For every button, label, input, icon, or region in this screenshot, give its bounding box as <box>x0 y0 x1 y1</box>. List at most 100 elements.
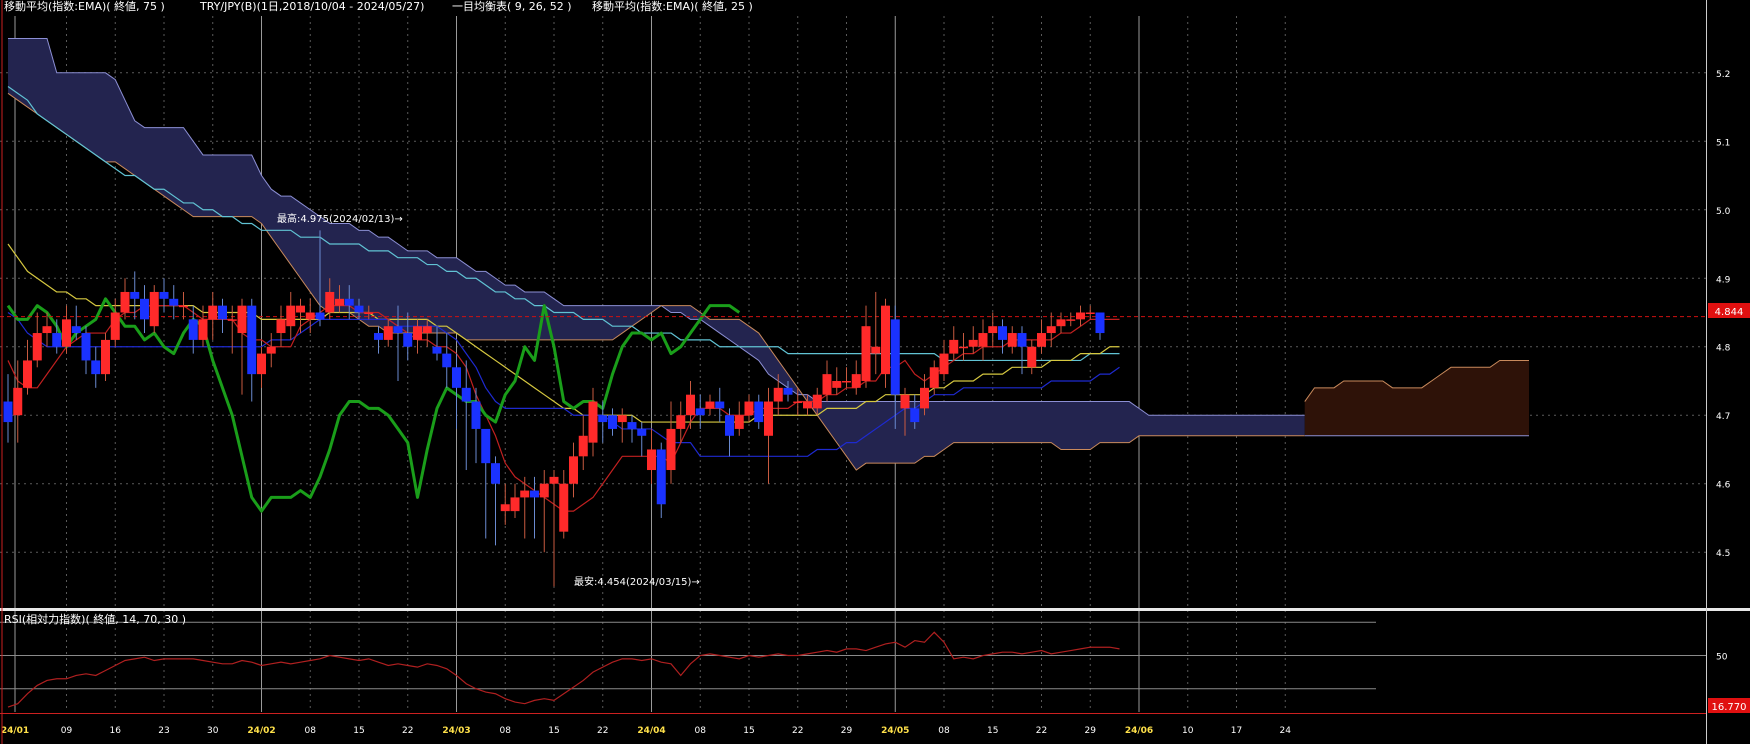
price-tick-label: 4.6 <box>1716 481 1731 491</box>
candle-body <box>481 428 491 464</box>
candle-body <box>442 353 452 368</box>
candle-body <box>627 422 637 429</box>
candle-body <box>656 449 666 505</box>
current-price-tag: 4.844 <box>1708 303 1750 318</box>
candle-body <box>968 339 978 347</box>
candle-body <box>383 326 393 340</box>
candle-body <box>3 401 13 423</box>
candle-body <box>842 380 851 383</box>
candle-body <box>101 339 110 375</box>
candle-body <box>257 353 266 375</box>
candle-body <box>1066 319 1076 321</box>
date-tick-label: 22 <box>402 726 413 736</box>
candle-body <box>452 367 461 388</box>
candle-body <box>1085 312 1095 314</box>
candle-body <box>705 401 715 409</box>
candle-body <box>871 346 881 354</box>
candle-body <box>335 298 344 306</box>
date-tick-label: 17 <box>1231 726 1242 736</box>
candle-body <box>471 401 481 429</box>
candle-body <box>169 298 179 306</box>
rsi-value-label: 16.770 <box>1712 702 1747 713</box>
date-tick-label: 24 <box>1280 726 1292 736</box>
date-tick-label: 24/05 <box>881 726 909 736</box>
price-tick-label: 4.7 <box>1716 412 1730 422</box>
date-tick-label: 22 <box>792 726 803 736</box>
candle-body <box>32 333 42 361</box>
candle-body <box>510 497 520 512</box>
candle-body <box>344 298 354 306</box>
candle-body <box>988 326 998 334</box>
date-tick-label: 30 <box>207 726 219 736</box>
date-tick-label: 09 <box>61 726 73 736</box>
date-tick-label: 24/02 <box>247 726 275 736</box>
candle-body <box>676 415 686 429</box>
candle-body <box>686 394 695 416</box>
candle-body <box>861 326 871 381</box>
candle-body <box>62 319 71 347</box>
candle-body <box>296 305 305 313</box>
trading-chart[interactable]: 4.5 4.6 4.7 4.8 4.9 5.0 5.1 5.2 24/01 09 16 23 30 24/… <box>0 0 1750 744</box>
date-tick-label: 29 <box>1085 726 1097 736</box>
candle-body <box>188 319 198 340</box>
candle-body <box>695 408 705 416</box>
candle-body <box>783 387 793 395</box>
candle-body <box>266 346 276 354</box>
date-tick-label: 16 <box>110 726 122 736</box>
candle-body <box>432 346 442 354</box>
candle-body <box>939 353 949 375</box>
candle-body <box>315 312 325 320</box>
candle-body <box>305 312 315 320</box>
candle-body <box>208 305 218 320</box>
candle-body <box>666 428 676 471</box>
candle-body <box>998 326 1007 340</box>
candle-body <box>734 415 744 429</box>
candle-body <box>110 312 120 340</box>
candle-body <box>1046 326 1056 334</box>
candle-body <box>773 387 783 402</box>
candle-body <box>929 367 939 388</box>
price-tick-label: 4.9 <box>1716 275 1731 285</box>
candle-body <box>608 415 617 429</box>
date-tick-label: 24/01 <box>1 726 29 736</box>
candle-body <box>149 291 159 327</box>
price-tick-label: 5.0 <box>1716 207 1731 217</box>
candle-body <box>491 463 500 484</box>
candle-body <box>617 415 627 423</box>
candle-body <box>598 415 608 423</box>
candle-body <box>910 408 920 423</box>
candle-body <box>900 394 910 409</box>
candle[interactable] <box>149 285 159 334</box>
candle-body <box>198 319 208 340</box>
candle-body <box>91 360 101 375</box>
date-tick-label: 08 <box>938 726 950 736</box>
date-tick-label: 15 <box>353 726 364 736</box>
candle-body <box>1056 319 1066 327</box>
candle[interactable] <box>101 333 110 381</box>
rsi-title: RSI(相対力指数)( 終値, 14, 70, 30 ) <box>4 612 186 626</box>
candle-body <box>461 387 471 402</box>
candle-body <box>764 401 773 436</box>
date-tick-label: 08 <box>305 726 317 736</box>
candle-body <box>1095 312 1105 334</box>
candle-body <box>744 401 754 416</box>
candle-body <box>1007 333 1017 347</box>
candle-body <box>539 483 549 498</box>
candle-body <box>42 326 52 334</box>
current-price-label: 4.844 <box>1715 307 1744 318</box>
price-tick-label: 5.2 <box>1716 70 1730 80</box>
candle-body <box>812 394 822 409</box>
candle-body <box>120 291 130 313</box>
candle-body <box>227 319 237 321</box>
price-tick-label: 5.1 <box>1716 138 1730 148</box>
candle-body <box>247 305 257 375</box>
candle-body <box>325 291 335 313</box>
date-tick-label: 22 <box>597 726 608 736</box>
candle-body <box>354 305 364 313</box>
candle-body <box>374 333 383 340</box>
candle-body <box>881 305 890 375</box>
candle-body <box>588 401 598 443</box>
header-ichimoku: 一目均衡表( 9, 26, 52 ) <box>452 0 572 13</box>
candle-body <box>237 305 247 334</box>
candle-body <box>559 483 569 532</box>
